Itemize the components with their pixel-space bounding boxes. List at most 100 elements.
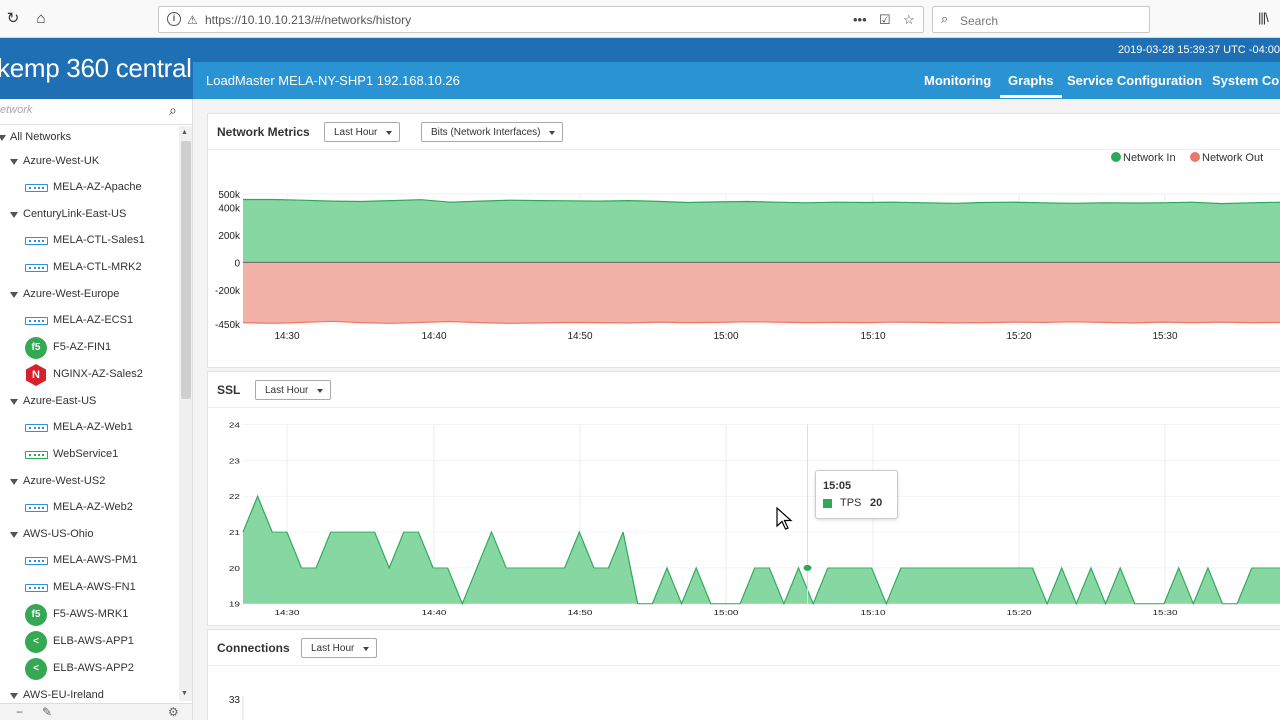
- loadmaster-icon: [25, 451, 48, 459]
- tree-label: MELA-AZ-Apache: [53, 181, 142, 193]
- tooltip-time: 15:05: [823, 480, 852, 492]
- y-tick-label: 21: [229, 528, 240, 536]
- device-nav-bar: LoadMaster MELA-NY-SHP1 192.168.10.26 Mo…: [193, 62, 1280, 99]
- y-tick-label: 22: [229, 492, 240, 500]
- x-tick-label: 15:30: [1153, 608, 1178, 616]
- loadmaster-icon: [25, 504, 48, 512]
- browser-search-input[interactable]: ⌕ Search: [932, 6, 1150, 33]
- y-tick-label: 500k: [218, 190, 241, 201]
- tree-device-mela-az-web2[interactable]: MELA-AZ-Web2: [0, 497, 178, 519]
- minus-icon[interactable]: −: [16, 705, 23, 719]
- expand-triangle-icon[interactable]: [10, 479, 18, 485]
- loadmaster-icon: [25, 557, 48, 565]
- search-placeholder: Search: [960, 14, 999, 28]
- tree-group-azure-east-us[interactable]: Azure-East-US: [0, 391, 178, 413]
- tree-group-aws-us-ohio[interactable]: AWS-US-Ohio: [0, 524, 178, 546]
- nav-monitoring[interactable]: Monitoring: [924, 73, 991, 88]
- y-tick-label: 20: [229, 564, 240, 572]
- settings-icon[interactable]: ⚙: [168, 705, 179, 719]
- y-tick-label: -200k: [215, 286, 241, 297]
- expand-triangle-icon[interactable]: [0, 135, 6, 141]
- search-icon: ⌕: [941, 11, 949, 26]
- tree-device-mela-az-apache[interactable]: MELA-AZ-Apache: [0, 177, 178, 199]
- address-bar[interactable]: i ⚠ https://10.10.10.213/#/networks/hist…: [158, 6, 924, 33]
- info-icon[interactable]: i: [167, 12, 181, 26]
- tree-label: AWS-US-Ohio: [23, 528, 94, 540]
- expand-triangle-icon[interactable]: [10, 212, 18, 218]
- y-tick-label: 23: [229, 457, 240, 465]
- tooltip-value: 20: [870, 497, 883, 509]
- loadmaster-icon: [25, 317, 48, 325]
- tree-device-mela-ctl-mrk2[interactable]: MELA-CTL-MRK2: [0, 257, 178, 279]
- tree-group-all networks[interactable]: All Networks: [0, 127, 178, 149]
- tree-label: MELA-AWS-FN1: [53, 581, 136, 593]
- pocket-icon[interactable]: ☑: [879, 12, 891, 28]
- tree-device-f5-aws-mrk1[interactable]: f5 F5-AWS-MRK1: [0, 604, 178, 626]
- expand-triangle-icon[interactable]: [10, 292, 18, 298]
- tree-device-mela-ctl-sales1[interactable]: MELA-CTL-Sales1: [0, 230, 178, 252]
- library-icon[interactable]: |||\: [1258, 10, 1269, 25]
- y-tick-label: 0: [234, 258, 240, 269]
- tree-group-azure-west-uk[interactable]: Azure-West-UK: [0, 151, 178, 173]
- tree-label: WebService1: [53, 448, 119, 460]
- tree-group-azure-west-europe[interactable]: Azure-West-Europe: [0, 284, 178, 306]
- nav-system-configuration[interactable]: System Con: [1212, 73, 1280, 88]
- x-tick-label: 14:30: [275, 608, 300, 616]
- x-tick-label: 14:50: [568, 608, 593, 616]
- tree-device-nginx-az-sales2[interactable]: N NGINX-AZ-Sales2: [0, 364, 178, 386]
- expand-triangle-icon[interactable]: [10, 693, 18, 699]
- tree-label: MELA-CTL-Sales1: [53, 234, 145, 246]
- network-search-input[interactable]: etwork ⌕: [0, 99, 192, 125]
- y-tick-label: 400k: [218, 204, 241, 215]
- loadmaster-icon: [25, 184, 48, 192]
- y-tick-label: 24: [229, 421, 240, 429]
- scroll-up-icon[interactable]: ▲: [181, 129, 188, 136]
- search-icon[interactable]: ⌕: [169, 102, 177, 119]
- reload-icon[interactable]: ↻: [3, 9, 23, 29]
- server-timestamp: 2019-03-28 15:39:37 UTC -04:00: [1117, 44, 1280, 56]
- tree-device-f5-az-fin1[interactable]: f5 F5-AZ-FIN1: [0, 337, 178, 359]
- tree-group-azure-west-us2[interactable]: Azure-West-US2: [0, 471, 178, 493]
- tree-device-mela-aws-fn1[interactable]: MELA-AWS-FN1: [0, 577, 178, 599]
- y-tick-label: 200k: [218, 231, 241, 242]
- url-text[interactable]: https://10.10.10.213/#/networks/history: [205, 13, 411, 27]
- x-tick-label: 15:10: [860, 331, 885, 342]
- bookmark-star-icon[interactable]: ☆: [903, 12, 915, 28]
- home-icon[interactable]: ⌂: [31, 9, 51, 29]
- sidebar-scroll-thumb[interactable]: [181, 141, 191, 399]
- tree-device-mela-az-ecs1[interactable]: MELA-AZ-ECS1: [0, 310, 178, 332]
- page-actions-icon[interactable]: •••: [853, 12, 867, 27]
- expand-triangle-icon[interactable]: [10, 159, 18, 165]
- connections-chart: 33: [229, 695, 244, 720]
- insecure-lock-icon[interactable]: ⚠: [187, 13, 198, 27]
- x-tick-label: 15:20: [1007, 608, 1032, 616]
- tree-group-centurylink-east-us[interactable]: CenturyLink-East-US: [0, 204, 178, 226]
- expand-triangle-icon[interactable]: [10, 399, 18, 405]
- tree-device-elb-aws-app2[interactable]: < ELB-AWS-APP2: [0, 658, 178, 680]
- tree-label: MELA-AZ-Web2: [53, 501, 133, 513]
- tree-device-mela-az-web1[interactable]: MELA-AZ-Web1: [0, 417, 178, 439]
- tree-label: NGINX-AZ-Sales2: [53, 368, 143, 380]
- ssl-chart: 24 23 22 21 20 19 14:30 14:40 14:50 15:00 15:10 15:…: [229, 421, 1280, 617]
- loadmaster-icon: [25, 424, 48, 432]
- x-tick-label: 15:20: [1006, 331, 1031, 342]
- tree-label: Azure-West-US2: [23, 475, 106, 487]
- connections-panel: Connections Last Hour 33: [207, 629, 1280, 720]
- network-metrics-panel: Network Metrics Last Hour Bits (Network …: [207, 113, 1280, 368]
- expand-triangle-icon[interactable]: [10, 532, 18, 538]
- edit-icon[interactable]: ✎: [42, 705, 52, 719]
- tree-label: ELB-AWS-APP2: [53, 662, 134, 674]
- tree-device-mela-aws-pm1[interactable]: MELA-AWS-PM1: [0, 550, 178, 572]
- tree-device-elb-aws-app1[interactable]: < ELB-AWS-APP1: [0, 631, 178, 653]
- scroll-down-icon[interactable]: ▼: [181, 690, 188, 697]
- nginx-icon: N: [26, 364, 46, 386]
- tree-label: MELA-CTL-MRK2: [53, 261, 142, 273]
- elb-icon: <: [25, 658, 47, 680]
- nav-graphs[interactable]: Graphs: [1000, 73, 1061, 98]
- tree-device-webservice1[interactable]: WebService1: [0, 444, 178, 466]
- brand-logo[interactable]: kemp 360 central: [0, 53, 192, 84]
- tree-label: ELB-AWS-APP1: [53, 635, 134, 647]
- tooltip-series: TPS: [840, 497, 862, 509]
- nav-service-configuration[interactable]: Service Configuration: [1067, 73, 1202, 88]
- loadmaster-title: LoadMaster MELA-NY-SHP1 192.168.10.26: [206, 73, 460, 88]
